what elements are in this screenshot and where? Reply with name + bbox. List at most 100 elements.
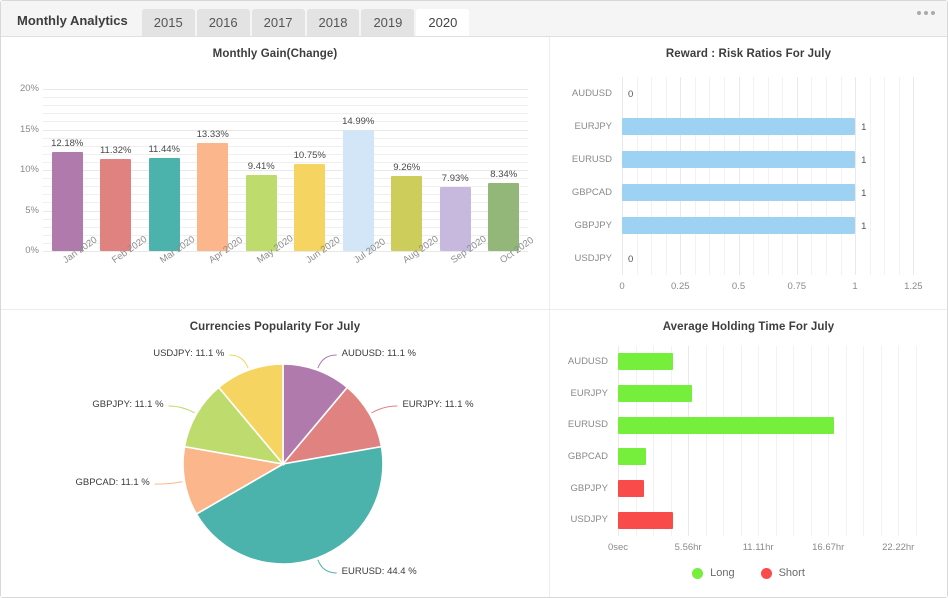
reward-risk-title: Reward : Risk Ratios For July <box>550 37 947 60</box>
gridline <box>797 77 798 275</box>
currencies-popularity-title: Currencies Popularity For July <box>1 310 549 333</box>
gridline <box>709 77 710 275</box>
gridline <box>828 346 829 536</box>
category-label-EURUSD: EURUSD <box>550 154 612 165</box>
tab-2019[interactable]: 2019 <box>361 9 414 36</box>
bar-value-label: 11.44% <box>141 144 188 155</box>
y-axis-tick: 20% <box>7 83 39 94</box>
pie-svg <box>1 336 549 597</box>
gridline <box>695 77 696 275</box>
gridline <box>688 346 689 536</box>
bar-Oct 2020[interactable] <box>488 183 519 251</box>
bar-value-label: 11.32% <box>92 145 139 156</box>
bar-USDJPY[interactable] <box>618 512 673 529</box>
category-label-USDJPY: USDJPY <box>550 253 612 264</box>
tab-2018[interactable]: 2018 <box>307 9 360 36</box>
gridline <box>706 346 707 536</box>
monthly-gain-title: Monthly Gain(Change) <box>1 37 549 60</box>
y-axis-tick: 10% <box>7 164 39 175</box>
gridline <box>43 113 528 114</box>
more-horizontal-icon[interactable] <box>917 11 935 15</box>
legend-item-Short[interactable]: Short <box>761 567 805 579</box>
category-label-EURJPY: EURJPY <box>550 388 608 399</box>
x-axis-tick: 16.67hr <box>788 542 868 553</box>
bar-May 2020[interactable] <box>246 175 277 251</box>
bar-Mar 2020[interactable] <box>149 158 180 251</box>
bar-EURJPY[interactable] <box>622 118 855 135</box>
gridline <box>636 346 637 536</box>
tab-bar: Monthly Analytics 2015201620172018201920… <box>1 1 947 37</box>
tab-2015[interactable]: 2015 <box>142 9 195 36</box>
bar-value-label: 0 <box>628 254 633 265</box>
gridline <box>622 77 623 275</box>
bar-Apr 2020[interactable] <box>197 143 228 251</box>
tab-2016[interactable]: 2016 <box>197 9 250 36</box>
legend-item-Long[interactable]: Long <box>692 567 734 579</box>
pie-leader-line <box>318 355 337 368</box>
gridline <box>811 346 812 536</box>
bar-EURJPY[interactable] <box>618 385 692 402</box>
bar-value-label: 9.41% <box>238 161 285 172</box>
category-label-GBPCAD: GBPCAD <box>550 187 612 198</box>
gridline <box>916 346 917 536</box>
category-label-GBPCAD: GBPCAD <box>550 451 608 462</box>
bar-value-label: 13.33% <box>189 129 236 140</box>
gridline <box>870 77 871 275</box>
gridline <box>618 346 619 536</box>
gridline <box>43 105 528 106</box>
bar-Aug 2020[interactable] <box>391 176 422 251</box>
bar-GBPCAD[interactable] <box>622 184 855 201</box>
gridline <box>846 346 847 536</box>
year-tabs: 201520162017201820192020 <box>142 9 472 36</box>
category-label-USDJPY: USDJPY <box>550 514 608 525</box>
bar-Jan 2020[interactable] <box>52 152 83 251</box>
gridline <box>826 77 827 275</box>
pie-leader-line <box>371 406 397 413</box>
gridline <box>671 346 672 536</box>
gridline <box>653 346 654 536</box>
bar-value-label: 1 <box>861 155 866 166</box>
panel-monthly-gain: Monthly Gain(Change) 0%5%10%15%20%12.18%… <box>1 37 550 309</box>
gridline <box>43 130 528 131</box>
bar-value-label: 1 <box>861 188 866 199</box>
bar-AUDUSD[interactable] <box>618 353 673 370</box>
pie-label-USDJPY: USDJPY: 11.1 % <box>153 348 224 359</box>
x-axis-tick: 5.56hr <box>648 542 728 553</box>
bar-GBPJPY[interactable] <box>618 480 644 497</box>
bar-value-label: 1 <box>861 221 866 232</box>
bar-value-label: 7.93% <box>432 173 479 184</box>
bar-Sep 2020[interactable] <box>440 187 471 251</box>
gridline <box>793 346 794 536</box>
average-holding-time-title: Average Holding Time For July <box>550 310 947 333</box>
bar-GBPJPY[interactable] <box>622 217 855 234</box>
bar-Jun 2020[interactable] <box>294 164 325 251</box>
dashboard-grid: Monthly Gain(Change) 0%5%10%15%20%12.18%… <box>1 37 947 597</box>
pie-leader-line <box>318 560 337 573</box>
y-axis-tick: 5% <box>7 205 39 216</box>
bar-Jul 2020[interactable] <box>343 130 374 251</box>
tab-2020[interactable]: 2020 <box>416 9 469 36</box>
legend-label: Long <box>710 567 734 579</box>
panel-average-holding-time: Average Holding Time For July AUDUSD EURJ… <box>550 309 947 597</box>
currencies-popularity-chart: AUDUSD: 11.1 %EURJPY: 11.1 %EURUSD: 44.4… <box>1 336 549 597</box>
gridline <box>741 346 742 536</box>
gridline <box>758 346 759 536</box>
bar-Feb 2020[interactable] <box>100 159 131 251</box>
gridline <box>898 346 899 536</box>
gridline <box>43 121 528 122</box>
gridline <box>881 346 882 536</box>
bar-value-label: 14.99% <box>335 116 382 127</box>
y-axis-tick: 15% <box>7 124 39 135</box>
category-label-AUDUSD: AUDUSD <box>550 356 608 367</box>
legend-color-dot <box>761 568 772 579</box>
x-axis-tick: 22.22hr <box>858 542 938 553</box>
bar-GBPCAD[interactable] <box>618 448 646 465</box>
bar-EURUSD[interactable] <box>622 151 855 168</box>
bar-value-label: 10.75% <box>286 150 333 161</box>
pie-label-GBPJPY: GBPJPY: 11.1 % <box>92 399 163 410</box>
bar-value-label: 0 <box>628 89 633 100</box>
tab-2017[interactable]: 2017 <box>252 9 305 36</box>
gridline <box>724 77 725 275</box>
bar-EURUSD[interactable] <box>618 417 834 434</box>
category-label-AUDUSD: AUDUSD <box>550 88 612 99</box>
